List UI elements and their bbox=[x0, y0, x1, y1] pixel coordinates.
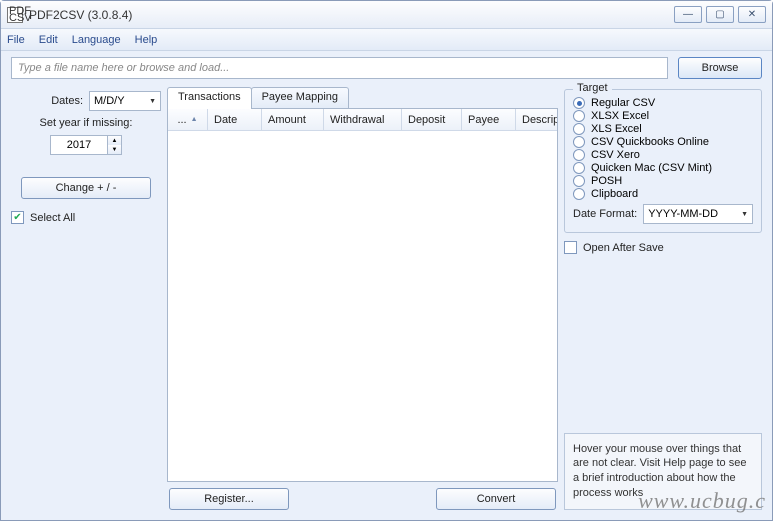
radio-icon bbox=[573, 162, 585, 174]
radio-icon bbox=[573, 136, 585, 148]
close-button[interactable]: ✕ bbox=[738, 6, 766, 23]
dates-select[interactable]: M/D/Y ▼ bbox=[89, 91, 161, 111]
dates-value: M/D/Y bbox=[94, 95, 125, 107]
menu-edit[interactable]: Edit bbox=[39, 34, 58, 46]
target-legend: Target bbox=[573, 82, 612, 94]
table-header: ...▲ Date Amount Withdrawal Deposit Paye… bbox=[168, 109, 557, 131]
target-xero[interactable]: CSV Xero bbox=[573, 149, 753, 161]
tab-payee-mapping[interactable]: Payee Mapping bbox=[251, 87, 349, 109]
target-quicken[interactable]: Quicken Mac (CSV Mint) bbox=[573, 162, 753, 174]
table-body bbox=[168, 131, 557, 481]
date-format-select[interactable]: YYYY-MM-DD ▼ bbox=[643, 204, 753, 224]
sort-up-icon: ▲ bbox=[191, 116, 198, 123]
year-spinner[interactable]: ▲ ▼ bbox=[50, 135, 122, 155]
col-amount[interactable]: Amount bbox=[262, 109, 324, 130]
app-icon: PDFCSV bbox=[7, 7, 23, 23]
select-all-checkbox[interactable]: ✔ bbox=[11, 211, 24, 224]
minimize-button[interactable]: — bbox=[674, 6, 702, 23]
chevron-down-icon: ▼ bbox=[741, 211, 748, 218]
target-quickbooks[interactable]: CSV Quickbooks Online bbox=[573, 136, 753, 148]
radio-icon bbox=[573, 149, 585, 161]
open-after-save-checkbox[interactable]: ✔ bbox=[564, 241, 577, 254]
radio-icon bbox=[573, 175, 585, 187]
col-description[interactable]: Descrip bbox=[516, 109, 557, 130]
chevron-down-icon: ▼ bbox=[149, 98, 156, 105]
title-bar: PDFCSV PDF2CSV (3.0.8.4) — ▢ ✕ bbox=[1, 1, 772, 29]
col-date[interactable]: Date bbox=[208, 109, 262, 130]
convert-button[interactable]: Convert bbox=[436, 488, 556, 510]
menu-help[interactable]: Help bbox=[135, 34, 158, 46]
col-select[interactable]: ...▲ bbox=[168, 109, 208, 130]
date-format-value: YYYY-MM-DD bbox=[648, 208, 718, 220]
set-year-label: Set year if missing: bbox=[11, 117, 161, 129]
radio-icon bbox=[573, 188, 585, 200]
col-withdrawal[interactable]: Withdrawal bbox=[324, 109, 402, 130]
target-group: Target Regular CSV XLSX Excel XLS Excel … bbox=[564, 89, 762, 233]
radio-icon bbox=[573, 97, 585, 109]
maximize-button[interactable]: ▢ bbox=[706, 6, 734, 23]
radio-icon bbox=[573, 110, 585, 122]
browse-button[interactable]: Browse bbox=[678, 57, 762, 79]
target-xls[interactable]: XLS Excel bbox=[573, 123, 753, 135]
menu-bar: File Edit Language Help bbox=[1, 29, 772, 51]
year-down-button[interactable]: ▼ bbox=[108, 145, 121, 154]
menu-file[interactable]: File bbox=[7, 34, 25, 46]
date-format-label: Date Format: bbox=[573, 208, 637, 220]
help-box: Hover your mouse over things that are no… bbox=[564, 433, 762, 510]
target-clipboard[interactable]: Clipboard bbox=[573, 188, 753, 200]
file-path-input[interactable]: Type a file name here or browse and load… bbox=[11, 57, 668, 79]
open-after-save-label: Open After Save bbox=[583, 242, 664, 254]
target-regular-csv[interactable]: Regular CSV bbox=[573, 97, 753, 109]
select-all-label: Select All bbox=[30, 212, 75, 224]
register-button[interactable]: Register... bbox=[169, 488, 289, 510]
change-button[interactable]: Change + / - bbox=[21, 177, 151, 199]
target-posh[interactable]: POSH bbox=[573, 175, 753, 187]
window-title: PDF2CSV (3.0.8.4) bbox=[29, 8, 132, 22]
year-up-button[interactable]: ▲ bbox=[108, 136, 121, 145]
transactions-table: ...▲ Date Amount Withdrawal Deposit Paye… bbox=[167, 108, 558, 482]
radio-icon bbox=[573, 123, 585, 135]
tab-transactions[interactable]: Transactions bbox=[167, 87, 252, 109]
menu-language[interactable]: Language bbox=[72, 34, 121, 46]
file-path-placeholder: Type a file name here or browse and load… bbox=[18, 62, 229, 74]
col-deposit[interactable]: Deposit bbox=[402, 109, 462, 130]
col-payee[interactable]: Payee bbox=[462, 109, 516, 130]
dates-label: Dates: bbox=[51, 95, 83, 107]
target-xlsx[interactable]: XLSX Excel bbox=[573, 110, 753, 122]
year-input[interactable] bbox=[50, 135, 108, 155]
